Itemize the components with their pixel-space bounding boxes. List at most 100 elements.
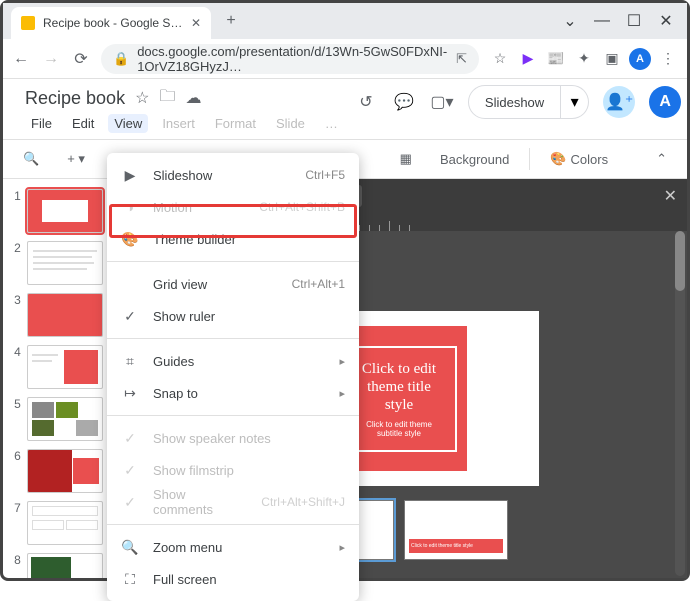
move-to-folder-icon[interactable]: 🗀 (159, 85, 175, 112)
fullscreen-icon: ⛶ (121, 571, 139, 588)
menu-item-zoom[interactable]: 🔍 Zoom menu ▸ (107, 531, 359, 563)
check-icon: ✓ (121, 462, 139, 479)
address-bar[interactable]: 🔒 docs.google.com/presentation/d/13Wn-5G… (101, 44, 479, 74)
slideshow-label: Slideshow (468, 85, 561, 119)
thumb-index: 3 (11, 293, 21, 307)
browser-profile-avatar[interactable]: A (629, 48, 651, 70)
slide-thumb-8[interactable] (27, 553, 103, 578)
share-icon[interactable]: ⇱ (456, 51, 467, 67)
menu-edit[interactable]: Edit (66, 114, 100, 133)
star-doc-icon[interactable]: ☆ (135, 88, 149, 108)
history-icon[interactable]: ↺ (354, 90, 378, 114)
cloud-status-icon[interactable]: ☁ (185, 88, 201, 108)
new-tab-button[interactable]: + (217, 7, 245, 35)
slides-favicon (21, 16, 35, 30)
guides-icon: ⌗ (121, 353, 139, 370)
comments-icon[interactable]: 💬 (392, 90, 416, 114)
layout-icon[interactable]: ▦ (392, 147, 420, 171)
menu-item-comments[interactable]: ✓ Show comments Ctrl+Alt+Shift+J (107, 486, 359, 518)
menu-item-grid-view[interactable]: Grid view Ctrl+Alt+1 (107, 268, 359, 300)
menu-insert[interactable]: Insert (156, 114, 201, 133)
overflow-icon[interactable]: ⋮ (657, 48, 679, 70)
check-icon: ✓ (121, 494, 139, 511)
vertical-scrollbar[interactable] (675, 231, 685, 576)
slide-thumbnails: 1 2 3 4 5 6 7 8 (3, 179, 111, 578)
reload-icon[interactable]: ⟳ (71, 49, 91, 69)
menu-item-guides[interactable]: ⌗ Guides ▸ (107, 345, 359, 377)
scrollbar-thumb[interactable] (675, 231, 685, 291)
menu-format[interactable]: Format (209, 114, 262, 133)
theme-builder-icon: 🎨 (121, 231, 139, 248)
menu-item-full-screen[interactable]: ⛶ Full screen (107, 563, 359, 595)
thumb-index: 4 (11, 345, 21, 359)
chevron-down-icon[interactable]: ⌄ (563, 14, 577, 28)
thumb-index: 6 (11, 449, 21, 463)
play-ext-icon[interactable]: ▶ (517, 48, 539, 70)
menu-slide[interactable]: Slide (270, 114, 311, 133)
menu-item-speaker-notes[interactable]: ✓ Show speaker notes (107, 422, 359, 454)
browser-tabstrip: Recipe book - Google Slides ✕ + ⌄ — ☐ ✕ (3, 3, 687, 39)
url-text: docs.google.com/presentation/d/13Wn-5GwS… (137, 44, 448, 74)
slide-thumb-5[interactable] (27, 397, 103, 441)
lock-icon: 🔒 (113, 51, 129, 67)
reader-ext-icon[interactable]: 📰 (545, 48, 567, 70)
close-tab-icon[interactable]: ✕ (191, 16, 201, 30)
slides-titlebar: Recipe book ☆ 🗀 ☁ File Edit View Insert … (3, 79, 687, 139)
layout-mini-label: Click to edit theme title style (411, 543, 473, 549)
extensions-icon[interactable]: ✦ (573, 48, 595, 70)
slideshow-button[interactable]: Slideshow ▾ (468, 85, 589, 119)
menu-view[interactable]: View (108, 114, 148, 133)
tab-title: Recipe book - Google Slides (43, 16, 183, 30)
menubar: File Edit View Insert Format Slide … (25, 111, 344, 135)
zoom-icon: 🔍 (121, 539, 139, 556)
layout-thumb-2[interactable]: Click to edit theme title style (404, 500, 508, 560)
thumb-index: 8 (11, 553, 21, 567)
menu-item-filmstrip[interactable]: ✓ Show filmstrip (107, 454, 359, 486)
menu-divider (107, 338, 359, 339)
thumb-index: 7 (11, 501, 21, 515)
bookmark-ext-icon[interactable]: ▣ (601, 48, 623, 70)
master-title-text: Click to edit theme title style (354, 360, 445, 414)
slide-thumb-2[interactable] (27, 241, 103, 285)
minimize-icon[interactable]: — (595, 14, 609, 28)
slide-thumb-6[interactable] (27, 449, 103, 493)
star-icon[interactable]: ☆ (489, 48, 511, 70)
menu-item-slideshow[interactable]: ▶ Slideshow Ctrl+F5 (107, 159, 359, 191)
submenu-arrow-icon: ▸ (339, 541, 345, 554)
browser-toolbar: ← → ⟳ 🔒 docs.google.com/presentation/d/1… (3, 39, 687, 79)
close-theme-builder-icon[interactable]: ✕ (664, 186, 677, 206)
motion-icon: ◑ (121, 199, 139, 215)
menu-divider (107, 415, 359, 416)
slide-thumb-4[interactable] (27, 345, 103, 389)
add-icon[interactable]: + ▾ (59, 147, 93, 171)
menu-item-snap-to[interactable]: ↦ Snap to ▸ (107, 377, 359, 409)
slide-thumb-7[interactable] (27, 501, 103, 545)
close-window-icon[interactable]: ✕ (659, 14, 673, 28)
thumb-index: 5 (11, 397, 21, 411)
submenu-arrow-icon: ▸ (339, 355, 345, 368)
browser-tab[interactable]: Recipe book - Google Slides ✕ (11, 7, 211, 39)
slide-thumb-3[interactable] (27, 293, 103, 337)
menu-divider (107, 524, 359, 525)
colors-button[interactable]: 🎨 Colors (542, 147, 616, 171)
menu-file[interactable]: File (25, 114, 58, 133)
present-dropdown-icon[interactable]: ▢▾ (430, 90, 454, 114)
menu-item-motion[interactable]: ◑ Motion Ctrl+Alt+Shift+B (107, 191, 359, 223)
account-avatar[interactable]: A (649, 86, 681, 118)
menu-more[interactable]: … (319, 114, 344, 133)
slideshow-dropdown-icon[interactable]: ▾ (561, 85, 589, 119)
menu-item-theme-builder[interactable]: 🎨 Theme builder (107, 223, 359, 255)
share-button[interactable]: 👤⁺ (603, 86, 635, 118)
submenu-arrow-icon: ▸ (339, 387, 345, 400)
check-icon: ✓ (121, 430, 139, 447)
menu-item-show-ruler[interactable]: ✓ Show ruler (107, 300, 359, 332)
expand-up-icon[interactable]: ⌃ (648, 147, 675, 171)
slide-thumb-1[interactable] (27, 189, 103, 233)
check-icon: ✓ (121, 308, 139, 325)
zoom-icon[interactable]: 🔍 (15, 147, 47, 171)
maximize-icon[interactable]: ☐ (627, 14, 641, 28)
document-title[interactable]: Recipe book (25, 88, 125, 109)
back-icon[interactable]: ← (11, 50, 31, 68)
background-button[interactable]: Background (432, 148, 517, 171)
thumb-index: 1 (11, 189, 21, 203)
